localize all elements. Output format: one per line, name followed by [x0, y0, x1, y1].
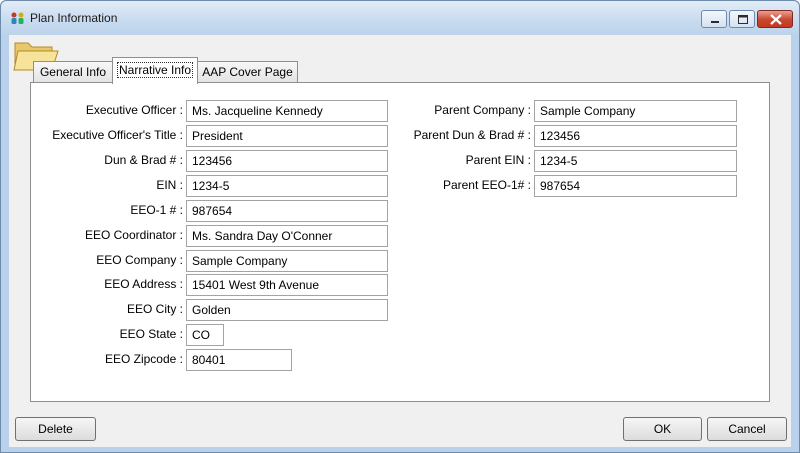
- executive-officer-title-row: Executive Officer's Title :: [31, 125, 183, 147]
- dialog-body: General Info Narrative Info AAP Cover Pa…: [9, 35, 791, 447]
- parent-ein-label: Parent EIN :: [465, 153, 531, 167]
- eeo-state-label: EEO State :: [119, 327, 183, 341]
- tab-aap-cover-page[interactable]: AAP Cover Page: [197, 61, 298, 83]
- eeo1-row: EEO-1 # :: [31, 200, 183, 222]
- parent-dun-brad-label: Parent Dun & Brad # :: [413, 128, 531, 142]
- cancel-button[interactable]: Cancel: [707, 417, 787, 441]
- tab-narrative-info[interactable]: Narrative Info: [112, 57, 198, 84]
- parent-company-row: Parent Company :: [331, 100, 531, 122]
- eeo-coordinator-label: EEO Coordinator :: [84, 228, 183, 242]
- parent-dun-brad-row: Parent Dun & Brad # :: [331, 125, 531, 147]
- eeo-zipcode-field[interactable]: 80401: [186, 349, 292, 371]
- eeo-company-label: EEO Company :: [96, 253, 183, 267]
- executive-officer-title-label: Executive Officer's Title :: [52, 128, 183, 142]
- ein-row: EIN :: [31, 175, 183, 197]
- tab-general-info-label: General Info: [39, 65, 107, 79]
- dun-brad-label: Dun & Brad # :: [104, 153, 183, 167]
- eeo-zipcode-row: EEO Zipcode :: [31, 349, 183, 371]
- parent-ein-row: Parent EIN :: [331, 150, 531, 172]
- executive-officer-label: Executive Officer :: [85, 103, 183, 117]
- parent-eeo1-row: Parent EEO-1# :: [331, 175, 531, 197]
- maximize-icon: [738, 15, 748, 24]
- parent-company-label: Parent Company :: [434, 103, 531, 117]
- eeo-city-row: EEO City :: [31, 299, 183, 321]
- app-people-icon: [11, 12, 24, 24]
- plan-information-window: Plan Information General Info Narrative …: [0, 0, 800, 453]
- eeo1-label: EEO-1 # :: [130, 203, 183, 217]
- eeo-coordinator-row: EEO Coordinator :: [31, 225, 183, 247]
- close-window-button[interactable]: [757, 10, 793, 28]
- narrative-info-panel: Executive Officer : Ms. Jacqueline Kenne…: [30, 82, 770, 402]
- ok-button[interactable]: OK: [623, 417, 702, 441]
- parent-eeo1-field[interactable]: 987654: [534, 175, 737, 197]
- eeo-state-row: EEO State :: [31, 324, 183, 346]
- eeo-state-field[interactable]: CO: [186, 324, 224, 346]
- parent-eeo1-label: Parent EEO-1# :: [442, 178, 531, 192]
- tab-aap-cover-page-label: AAP Cover Page: [202, 65, 293, 79]
- eeo-address-field[interactable]: 15401 West 9th Avenue: [186, 274, 388, 296]
- tab-narrative-info-label: Narrative Info: [118, 63, 192, 77]
- eeo-address-label: EEO Address :: [104, 277, 183, 291]
- dun-brad-row: Dun & Brad # :: [31, 150, 183, 172]
- eeo-address-row: EEO Address :: [31, 274, 183, 296]
- eeo-zipcode-label: EEO Zipcode :: [104, 352, 183, 366]
- eeo-coordinator-field[interactable]: Ms. Sandra Day O'Conner: [186, 225, 388, 247]
- parent-dun-brad-field[interactable]: 123456: [534, 125, 737, 147]
- parent-ein-field[interactable]: 1234-5: [534, 150, 737, 172]
- window-title: Plan Information: [30, 11, 118, 25]
- eeo-company-row: EEO Company :: [31, 250, 183, 272]
- eeo-city-field[interactable]: Golden: [186, 299, 388, 321]
- ein-label: EIN :: [156, 178, 183, 192]
- eeo-city-label: EEO City :: [126, 302, 183, 316]
- maximize-button[interactable]: [729, 10, 755, 28]
- eeo-company-field[interactable]: Sample Company: [186, 250, 388, 272]
- executive-officer-row: Executive Officer :: [31, 100, 183, 122]
- parent-company-field[interactable]: Sample Company: [534, 100, 737, 122]
- eeo1-field[interactable]: 987654: [186, 200, 388, 222]
- tab-general-info[interactable]: General Info: [33, 61, 113, 83]
- minimize-icon: [711, 21, 719, 23]
- tab-focus-ring: Narrative Info: [117, 62, 193, 78]
- close-icon: [770, 14, 782, 25]
- minimize-button[interactable]: [701, 10, 727, 28]
- title-bar[interactable]: Plan Information: [1, 1, 799, 35]
- delete-button[interactable]: Delete: [15, 417, 96, 441]
